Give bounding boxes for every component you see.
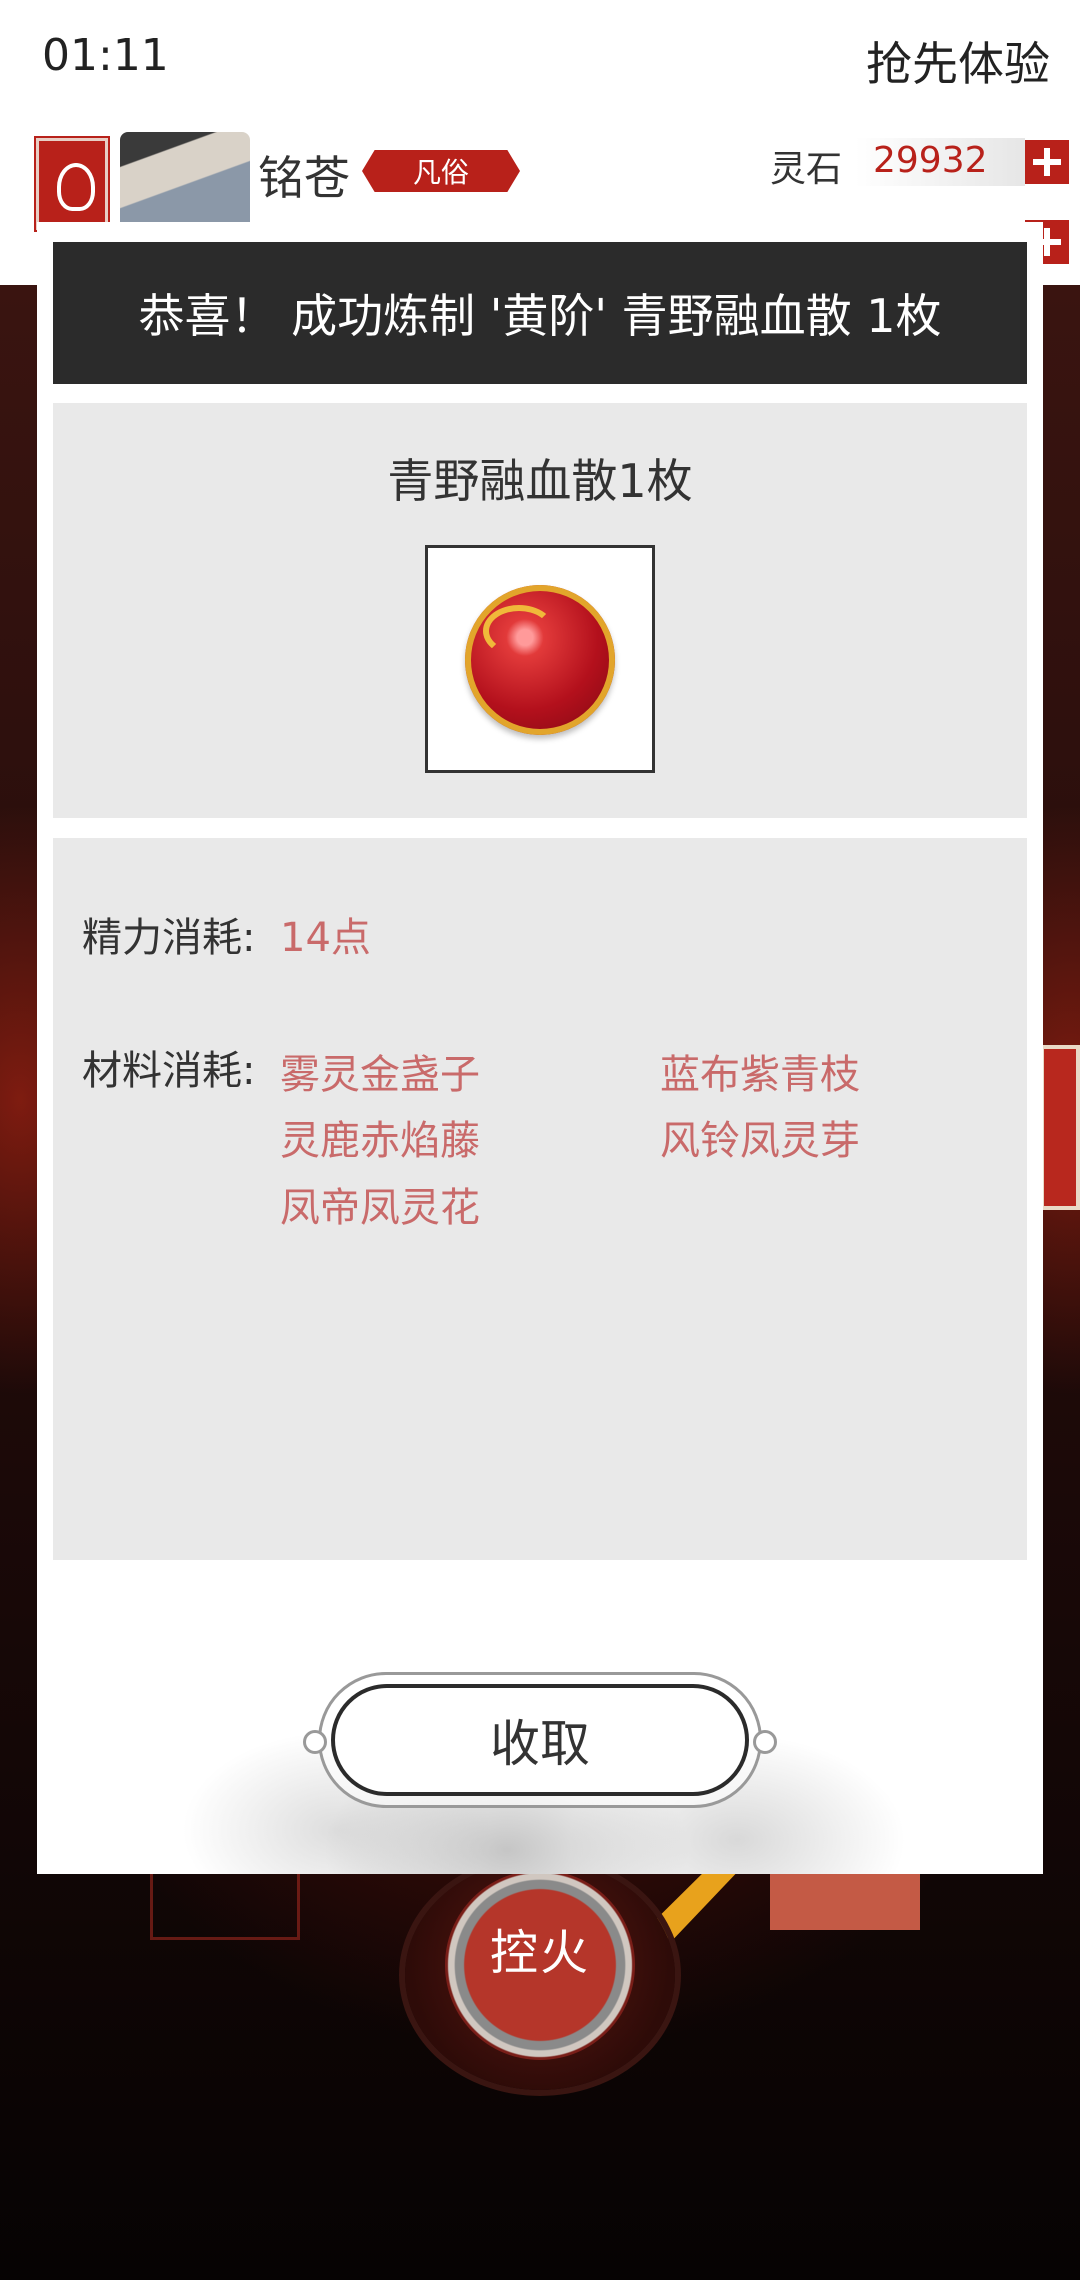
spirit-stone-label: 灵石	[770, 149, 843, 190]
material-item: 凤帝凤灵花	[280, 1185, 480, 1231]
button-knob-right	[753, 1730, 777, 1754]
sect-emblem-icon[interactable]	[34, 136, 110, 232]
energy-cost-label: 精力消耗:	[82, 915, 256, 961]
material-item: 风铃凤灵芽	[660, 1118, 860, 1164]
background-tab-left	[150, 1870, 300, 1940]
background-tab-right	[770, 1870, 920, 1930]
early-access-label: 抢先体验	[866, 37, 1050, 91]
energy-cost-value: 14点	[280, 915, 371, 961]
material-cost-label: 材料消耗:	[82, 1048, 256, 1094]
avatar[interactable]	[120, 132, 250, 222]
status-time: 01:11	[42, 30, 169, 81]
player-name: 铭苍	[258, 151, 350, 205]
status-bar: 01:11 抢先体验	[0, 0, 1080, 120]
success-banner: 恭喜！ 成功炼制 '黄阶' 青野融血散 1枚	[53, 242, 1027, 384]
product-name: 青野融血散1枚	[387, 454, 693, 508]
material-item: 灵鹿赤焰藤	[280, 1118, 480, 1164]
material-item: 雾灵金盏子	[280, 1052, 480, 1098]
fire-control-label: 控火	[489, 1924, 590, 1981]
elixir-orb-icon	[465, 585, 615, 735]
rank-badge: 凡俗	[362, 150, 520, 192]
collect-button[interactable]: 收取	[331, 1684, 749, 1796]
add-spirit-stone-button[interactable]	[1025, 140, 1069, 184]
spirit-stone-value: 29932	[873, 140, 988, 181]
side-card-peek	[1040, 1045, 1080, 1210]
material-item: 蓝布紫青枝	[660, 1052, 860, 1098]
button-knob-left	[303, 1730, 327, 1754]
